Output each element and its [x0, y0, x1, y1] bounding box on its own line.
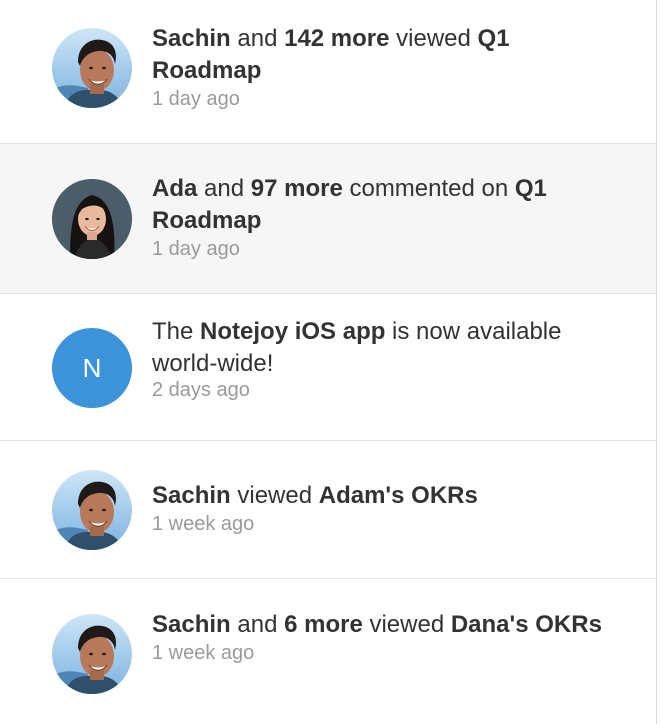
avatar-initial: N: [82, 353, 102, 383]
connector-text: and: [230, 25, 285, 52]
feed-item-text: The Notejoy iOS app is now available wor…: [152, 316, 616, 404]
action-text: viewed: [362, 611, 451, 638]
connector-text: and: [230, 611, 285, 638]
avatar[interactable]: [52, 614, 132, 694]
user-photo-icon: [52, 179, 132, 259]
actor-name[interactable]: Sachin: [152, 25, 231, 52]
activity-feed: Sachin and 142 more viewed Q1 Roadmap 1 …: [0, 0, 657, 724]
others-count[interactable]: 142 more: [284, 25, 389, 52]
timestamp: 2 days ago: [152, 379, 250, 401]
feed-item[interactable]: Sachin and 142 more viewed Q1 Roadmap 1 …: [0, 0, 656, 144]
action-text: commented on: [342, 175, 515, 202]
others-count[interactable]: 6 more: [284, 611, 363, 638]
timestamp: 1 day ago: [152, 238, 240, 260]
target-link[interactable]: Dana's OKRs: [451, 611, 602, 638]
feed-item[interactable]: Sachin and 6 more viewed Dana's OKRs 1 w…: [0, 579, 656, 724]
feed-item-text: Sachin and 142 more viewed Q1 Roadmap 1 …: [152, 23, 616, 113]
action-text: viewed: [230, 482, 319, 509]
feed-item-text: Ada and 97 more commented on Q1 Roadmap …: [152, 173, 616, 263]
timestamp: 1 week ago: [152, 513, 255, 535]
feed-item-text: Sachin and 6 more viewed Dana's OKRs 1 w…: [152, 609, 616, 667]
timestamp: 1 day ago: [152, 88, 240, 110]
announcement-highlight[interactable]: Notejoy iOS app: [200, 318, 385, 345]
user-photo-icon: [52, 614, 132, 694]
feed-item-text: Sachin viewed Adam's OKRs 1 week ago: [152, 480, 616, 538]
feed-item[interactable]: Ada and 97 more commented on Q1 Roadmap …: [0, 144, 656, 294]
action-text: viewed: [389, 25, 478, 52]
avatar[interactable]: [52, 179, 132, 259]
user-photo-icon: [52, 28, 132, 108]
others-count[interactable]: 97 more: [251, 175, 343, 202]
actor-name[interactable]: Sachin: [152, 482, 231, 509]
target-link[interactable]: Adam's OKRs: [319, 482, 478, 509]
user-photo-icon: [52, 470, 132, 550]
avatar[interactable]: [52, 28, 132, 108]
timestamp: 1 week ago: [152, 642, 255, 664]
announcement-prefix: The: [152, 318, 201, 345]
avatar[interactable]: [52, 470, 132, 550]
avatar[interactable]: N: [52, 328, 132, 408]
feed-item[interactable]: N The Notejoy iOS app is now available w…: [0, 294, 656, 441]
connector-text: and: [197, 175, 251, 202]
feed-item[interactable]: Sachin viewed Adam's OKRs 1 week ago: [0, 441, 656, 579]
actor-name[interactable]: Sachin: [152, 611, 231, 638]
actor-name[interactable]: Ada: [152, 175, 197, 202]
